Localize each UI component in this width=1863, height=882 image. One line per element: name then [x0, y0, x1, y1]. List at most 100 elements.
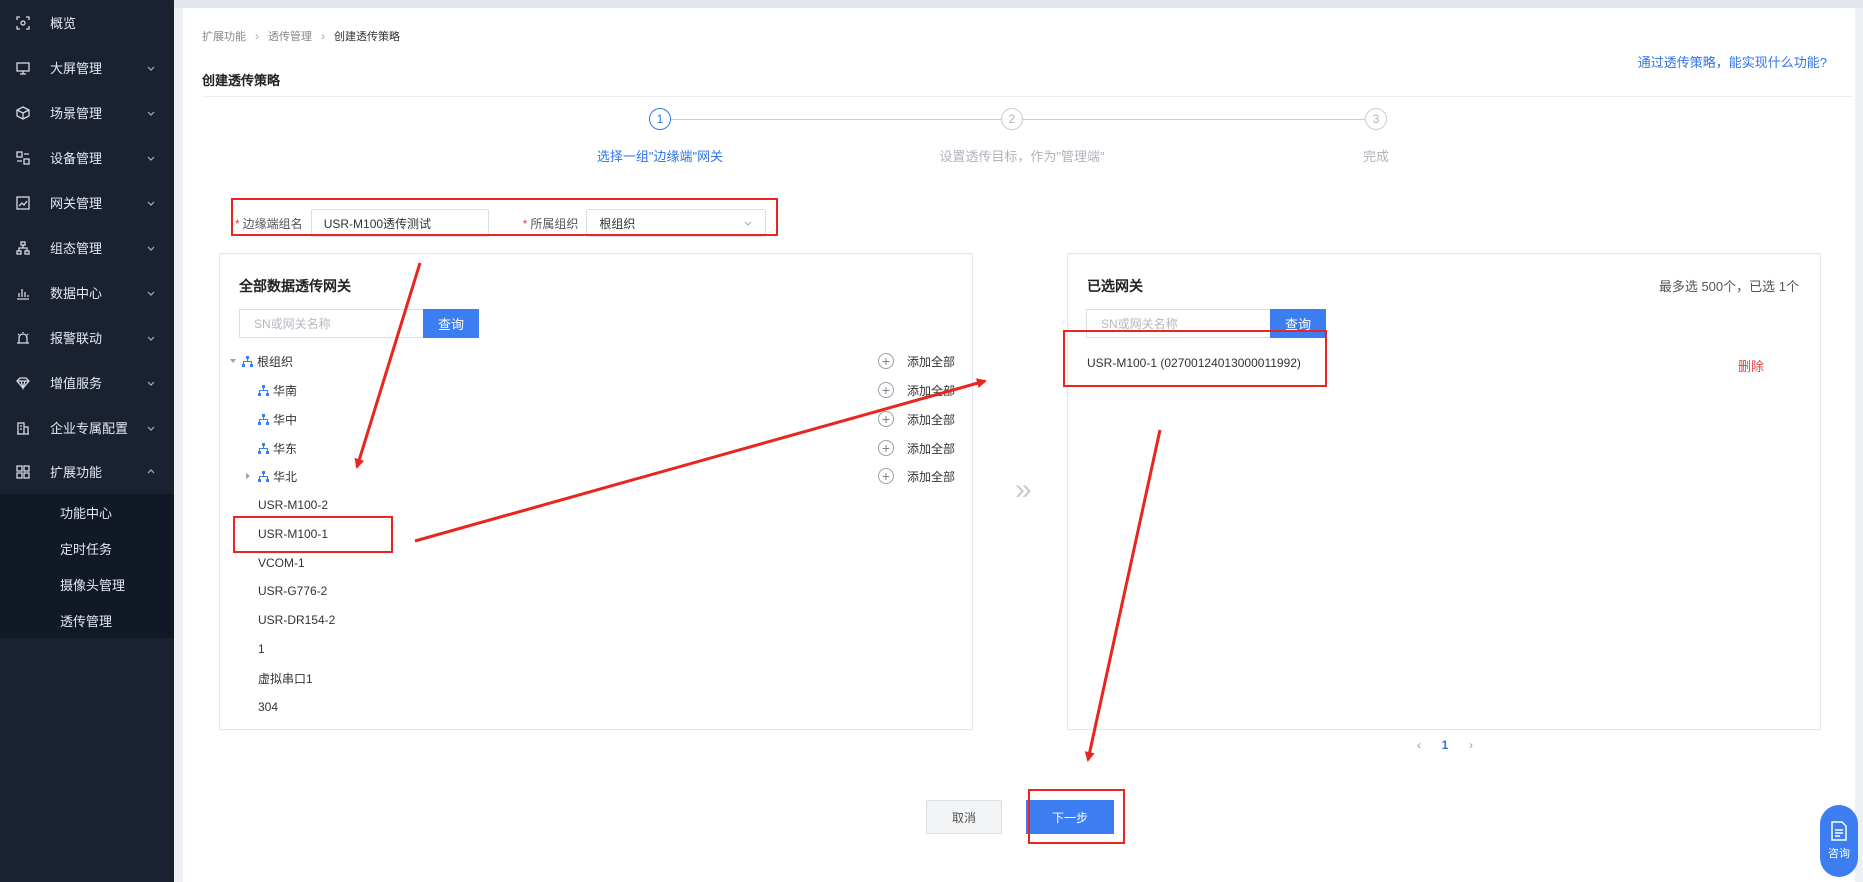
add-all-label: 添加全部 [907, 354, 956, 369]
sidebar-item-overview[interactable]: 概览 [0, 0, 174, 45]
breadcrumb-item[interactable]: 透传管理 [268, 28, 312, 44]
submenu-item-function-center[interactable]: 功能中心 [0, 494, 174, 530]
sidebar-item-value-added[interactable]: 增值服务 [0, 360, 174, 405]
annotation-box [1063, 330, 1327, 387]
gateway-item[interactable]: 304 [220, 695, 972, 719]
gateway-item[interactable]: 虚拟串口1 [220, 666, 972, 690]
submenu-item-passthrough[interactable]: 透传管理 [0, 602, 174, 638]
chevron-down-icon [147, 156, 155, 161]
double-chevron-right-icon: » [1015, 473, 1032, 506]
cancel-button[interactable]: 取消 [926, 800, 1002, 834]
add-all-button[interactable]: + 添加全部 [878, 411, 955, 428]
gateway-item[interactable]: USR-M100-2 [220, 493, 972, 517]
chevron-up-icon [147, 468, 155, 473]
gateway-label: 虚拟串口1 [258, 671, 313, 686]
overview-icon [16, 15, 30, 30]
tree-label: 华北 [273, 469, 298, 484]
sidebar-item-label: 场景管理 [50, 106, 103, 121]
chevron-right-icon: › [321, 29, 325, 43]
plus-circle-icon: + [878, 353, 894, 369]
building-icon [16, 421, 30, 435]
chevron-down-icon [147, 381, 155, 386]
tree-label: 华南 [273, 383, 298, 398]
delete-button[interactable]: 删除 [1738, 356, 1764, 375]
caret-right-icon[interactable] [244, 472, 252, 480]
plus-circle-icon: + [878, 382, 894, 398]
pagination: ‹ 1 › [1406, 738, 1484, 752]
alarm-icon [16, 331, 30, 345]
plus-circle-icon: + [878, 440, 894, 456]
sidebar-item-data[interactable]: 数据中心 [0, 270, 174, 315]
add-all-label: 添加全部 [907, 441, 956, 456]
chevron-down-icon [147, 66, 155, 71]
all-gateways-panel: 全部数据透传网关 SN或网关名称 查询 根组织 + 添加全部 华南 + 添加全部 华… [219, 253, 973, 730]
tree-row-org[interactable]: 华南 + 添加全部 [220, 378, 972, 402]
org-icon [258, 413, 269, 425]
step-connector [1023, 119, 1365, 120]
tree-label: 华东 [273, 441, 298, 456]
add-all-button[interactable]: + 添加全部 [878, 468, 955, 485]
top-strip [174, 0, 1863, 8]
help-link[interactable]: 通过透传策略，能实现什么功能? [1638, 52, 1827, 71]
sidebar-item-label: 增值服务 [50, 376, 103, 391]
chart-line-icon [16, 195, 30, 210]
sidebar-item-extensions[interactable]: 扩展功能 [0, 449, 174, 494]
tree-row-root[interactable]: 根组织 + 添加全部 [220, 349, 972, 373]
breadcrumb: 扩展功能 › 透传管理 › 创建透传策略 [202, 28, 400, 44]
sidebar-item-label: 设备管理 [50, 151, 103, 166]
sidebar-item-label: 数据中心 [50, 286, 103, 301]
extensions-submenu: 功能中心 定时任务 摄像头管理 透传管理 [0, 494, 174, 638]
add-all-button[interactable]: + 添加全部 [878, 440, 955, 457]
step-3-circle: 3 [1365, 108, 1387, 130]
gateway-item[interactable]: VCOM-1 [220, 551, 972, 575]
sidebar-item-scene[interactable]: 场景管理 [0, 90, 174, 135]
chevron-down-icon [147, 336, 155, 341]
caret-down-icon[interactable] [229, 357, 237, 365]
sidebar-item-label: 组态管理 [50, 241, 103, 256]
gateway-label: 1 [258, 642, 265, 656]
gateway-label: USR-G776-2 [258, 584, 328, 598]
next-page-button[interactable]: › [1458, 738, 1484, 752]
step-2-label: 设置透传目标，作为"管理端" [939, 149, 1105, 164]
selected-gateways-panel: 已选网关 最多选 500个，已选 1个 SN或网关名称 查询 USR-M100-… [1067, 253, 1821, 730]
sidebar-item-alarm[interactable]: 报警联动 [0, 315, 174, 360]
sidebar: 概览 大屏管理 场景管理 设备管理 网关管理 组态管理 数据中心 报警联动 增值… [0, 0, 174, 882]
submenu-item-camera[interactable]: 摄像头管理 [0, 566, 174, 602]
page-number[interactable]: 1 [1432, 738, 1458, 752]
plus-circle-icon: + [878, 411, 894, 427]
prev-page-button[interactable]: ‹ [1406, 738, 1432, 752]
consult-button[interactable]: 咨询 [1820, 805, 1858, 877]
sidebar-item-label: 扩展功能 [50, 465, 103, 480]
sidebar-item-label: 报警联动 [50, 331, 103, 346]
left-search-input[interactable]: SN或网关名称 [239, 309, 423, 338]
sidebar-item-gateway[interactable]: 网关管理 [0, 180, 174, 225]
tree-row-org[interactable]: 华东 + 添加全部 [220, 436, 972, 460]
add-all-button[interactable]: + 添加全部 [878, 382, 955, 399]
sidebar-item-screen[interactable]: 大屏管理 [0, 45, 174, 90]
breadcrumb-item[interactable]: 扩展功能 [202, 28, 246, 44]
org-icon [258, 384, 269, 396]
sidebar-item-label: 企业专属配置 [50, 421, 129, 436]
chevron-right-icon: › [255, 29, 259, 43]
tree-row-org[interactable]: 华中 + 添加全部 [220, 407, 972, 431]
tree-label: 华中 [273, 412, 298, 427]
consult-label: 咨询 [1828, 848, 1850, 860]
gateway-item[interactable]: USR-DR154-2 [220, 608, 972, 632]
gateway-item[interactable]: USR-G776-2 [220, 579, 972, 603]
org-icon [258, 470, 269, 482]
add-all-button[interactable]: + 添加全部 [878, 353, 955, 370]
submenu-item-scheduled-tasks[interactable]: 定时任务 [0, 530, 174, 566]
sidebar-item-enterprise[interactable]: 企业专属配置 [0, 405, 174, 450]
sidebar-item-label: 网关管理 [50, 196, 103, 211]
left-search-button[interactable]: 查询 [423, 309, 479, 338]
cube-icon [16, 105, 30, 120]
tree-row-org[interactable]: 华北 + 添加全部 [220, 464, 972, 488]
steps: 1 2 3 选择一组"边缘端"网关 设置透传目标，作为"管理端" 完成 [183, 108, 1855, 168]
sidebar-item-config[interactable]: 组态管理 [0, 225, 174, 270]
annotation-box [233, 516, 393, 553]
step-3-label: 完成 [1362, 149, 1390, 164]
gateway-item[interactable]: 1 [220, 637, 972, 661]
sidebar-item-device[interactable]: 设备管理 [0, 135, 174, 180]
add-all-label: 添加全部 [907, 469, 956, 484]
chevron-down-icon [147, 246, 155, 251]
